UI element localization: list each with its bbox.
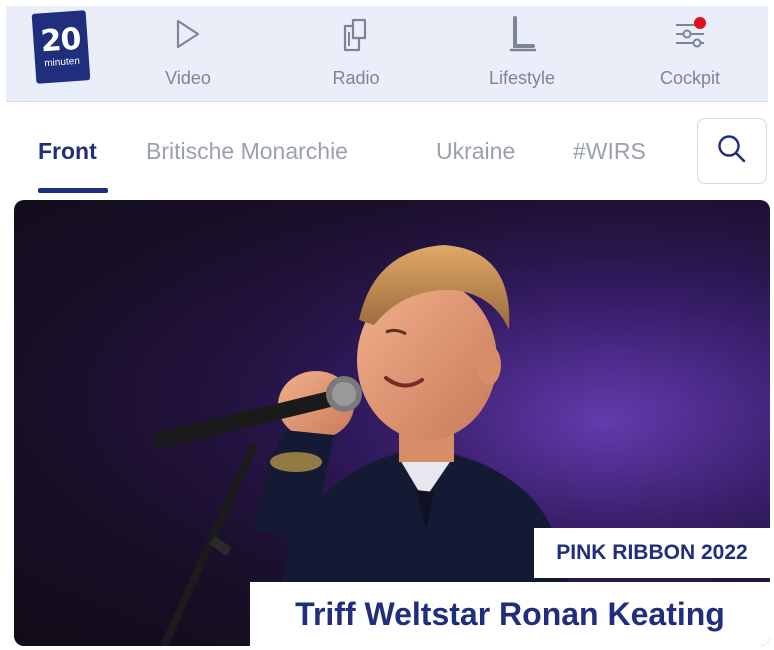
play-icon (170, 16, 206, 52)
logo-number: 20 (39, 21, 82, 60)
category-tabs: Front Britische Monarchie Ukraine #WIRS (0, 104, 774, 198)
lifestyle-icon (504, 16, 540, 52)
tab-britische-monarchie[interactable]: Britische Monarchie (146, 138, 348, 165)
nav-label-radio: Radio (332, 68, 380, 88)
nav-label-cockpit: Cockpit (659, 68, 721, 88)
article-kicker: PINK RIBBON 2022 (534, 528, 770, 578)
tab-front[interactable]: Front (38, 138, 97, 165)
tab-ukraine[interactable]: Ukraine (436, 138, 515, 165)
hero-article-card[interactable]: PINK RIBBON 2022 Triff Weltstar Ronan Ke… (14, 200, 770, 646)
hero-image (14, 200, 770, 646)
nav-item-video[interactable]: Video (133, 16, 243, 98)
logo[interactable]: 20 minuten (31, 10, 91, 84)
search-button[interactable] (697, 118, 767, 184)
top-nav-bar: 20 minuten Video Radio Lifestyle Cockpit (6, 6, 768, 102)
nav-label-lifestyle: Lifestyle (488, 68, 556, 88)
radio-icon (338, 16, 374, 52)
tab-wirs[interactable]: #WIRS (573, 138, 646, 165)
search-icon (716, 133, 748, 170)
active-tab-indicator (38, 188, 108, 193)
article-headline[interactable]: Triff Weltstar Ronan Keating (250, 582, 770, 646)
sliders-icon (672, 16, 708, 52)
logo-subtitle: minuten (43, 55, 81, 70)
nav-label-video: Video (165, 68, 211, 88)
nav-item-cockpit[interactable]: Cockpit (635, 16, 745, 98)
nav-item-lifestyle[interactable]: Lifestyle (467, 16, 577, 98)
nav-item-radio[interactable]: Radio (301, 16, 411, 98)
